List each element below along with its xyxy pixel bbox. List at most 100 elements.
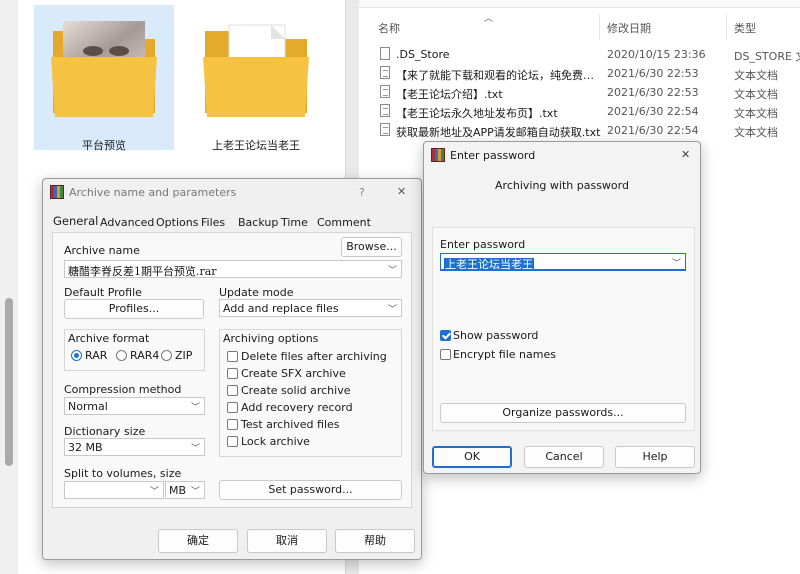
- tab-backup[interactable]: Backup: [238, 216, 278, 229]
- help-button[interactable]: 帮助: [335, 529, 415, 553]
- set-password-button[interactable]: Set password...: [219, 480, 402, 500]
- option-label[interactable]: Create SFX archive: [241, 367, 346, 380]
- encrypt-file-names-label[interactable]: Encrypt file names: [453, 348, 556, 361]
- compression-method-select[interactable]: Normal ﹀: [64, 397, 205, 415]
- help-button[interactable]: Help: [615, 446, 695, 468]
- cancel-button[interactable]: Cancel: [524, 446, 604, 468]
- radio-rar[interactable]: [71, 350, 82, 361]
- dictionary-size-value: 32 MB: [68, 441, 103, 454]
- dialog-titlebar[interactable]: Enter password ✕: [424, 142, 700, 170]
- file-name: .DS_Store: [396, 48, 450, 61]
- option-label[interactable]: Add recovery record: [241, 401, 353, 414]
- option-label[interactable]: Lock archive: [241, 435, 310, 448]
- text-document-icon: [380, 104, 390, 117]
- help-icon[interactable]: ?: [359, 186, 365, 199]
- file-modified: 2020/10/15 23:36: [607, 48, 706, 61]
- chevron-down-icon[interactable]: ﹀: [150, 484, 159, 497]
- dictionary-size-select[interactable]: 32 MB ﹀: [64, 438, 205, 456]
- option-label[interactable]: Test archived files: [241, 418, 340, 431]
- organize-passwords-button[interactable]: Organize passwords...: [440, 403, 686, 423]
- tab-comment[interactable]: Comment: [317, 216, 371, 229]
- column-header-modified[interactable]: 修改日期: [607, 20, 651, 36]
- vertical-scrollbar[interactable]: [0, 0, 18, 574]
- dialog-title: Enter password: [450, 149, 536, 162]
- dialog-titlebar[interactable]: Archive name and parameters ? ✕: [43, 179, 421, 207]
- archiving-options-label: Archiving options: [223, 332, 319, 345]
- column-header-name[interactable]: 名称: [378, 20, 400, 36]
- checkbox-test-files[interactable]: [227, 419, 238, 430]
- toolbar-strip: [359, 0, 800, 8]
- enter-password-label: Enter password: [440, 238, 526, 251]
- checkbox-recovery-record[interactable]: [227, 402, 238, 413]
- ok-button[interactable]: OK: [432, 446, 512, 468]
- password-input[interactable]: 上老王论坛当老王 ﹀: [440, 253, 686, 271]
- chevron-down-icon[interactable]: ﹀: [388, 302, 397, 315]
- file-name: 【来了就能下载和观看的论坛，纯免费！…: [396, 69, 601, 82]
- tab-files[interactable]: Files: [201, 216, 225, 229]
- text-document-icon: [380, 123, 390, 136]
- file-row[interactable]: .DS_Store 2020/10/15 23:36 DS_STORE 文: [359, 46, 800, 64]
- file-row[interactable]: 获取最新地址及APP请发邮箱自动获取.txt 2021/6/30 22:54 文…: [359, 122, 800, 140]
- checkbox-lock-archive[interactable]: [227, 436, 238, 447]
- radio-rar4[interactable]: [116, 350, 127, 361]
- encrypt-file-names-checkbox[interactable]: [440, 349, 451, 360]
- dictionary-size-label: Dictionary size: [64, 425, 146, 438]
- folder-with-photo-icon: [51, 21, 157, 117]
- profiles-button[interactable]: Profiles...: [64, 299, 204, 319]
- checkbox-delete-after[interactable]: [227, 351, 238, 362]
- radio-rar-label[interactable]: RAR: [85, 349, 107, 362]
- folder-label: 平台预览: [82, 139, 126, 152]
- radio-zip-label[interactable]: ZIP: [175, 349, 192, 362]
- split-volumes-input[interactable]: ﹀: [64, 481, 164, 499]
- show-password-label[interactable]: Show password: [453, 329, 538, 342]
- archive-parameters-dialog: Archive name and parameters ? ✕ General …: [42, 178, 422, 560]
- file-modified: 2021/6/30 22:53: [607, 86, 699, 99]
- file-row[interactable]: 【来了就能下载和观看的论坛，纯免费！… 2021/6/30 22:53 文本文档: [359, 65, 800, 83]
- file-name: 【老王论坛永久地址发布页】.txt: [396, 107, 558, 120]
- file-name: 获取最新地址及APP请发邮箱自动获取.txt: [396, 126, 601, 139]
- tab-options[interactable]: Options: [156, 216, 198, 229]
- folder-tile-platform-preview[interactable]: 平台预览: [34, 5, 174, 152]
- update-mode-label: Update mode: [219, 286, 294, 299]
- cancel-button[interactable]: 取消: [247, 529, 327, 553]
- update-mode-value: Add and replace files: [223, 302, 339, 315]
- file-row[interactable]: 【老王论坛永久地址发布页】.txt 2021/6/30 22:54 文本文档: [359, 103, 800, 121]
- tab-time[interactable]: Time: [281, 216, 308, 229]
- folder-label: 上老王论坛当老王: [212, 139, 300, 152]
- tab-general[interactable]: General: [53, 214, 98, 228]
- close-icon[interactable]: ✕: [681, 148, 690, 161]
- scrollbar-thumb[interactable]: [5, 298, 13, 466]
- text-document-icon: [380, 66, 390, 79]
- password-value: 上老王论坛当老王: [444, 258, 534, 271]
- split-unit-select[interactable]: MB ﹀: [165, 481, 205, 499]
- column-separator[interactable]: [599, 14, 600, 40]
- chevron-down-icon[interactable]: ﹀: [672, 256, 681, 269]
- archive-name-field[interactable]: 糖醋李脊反差1期平台预览.rar ﹀: [64, 260, 402, 278]
- checkbox-solid-archive[interactable]: [227, 385, 238, 396]
- chevron-down-icon[interactable]: ﹀: [191, 441, 200, 454]
- file-type: 文本文档: [734, 126, 778, 139]
- file-type: DS_STORE 文: [734, 50, 800, 63]
- update-mode-select[interactable]: Add and replace files ﹀: [219, 299, 402, 317]
- checkbox-create-sfx[interactable]: [227, 368, 238, 379]
- show-password-checkbox[interactable]: [440, 330, 451, 341]
- column-header-type[interactable]: 类型: [734, 20, 756, 36]
- file-row[interactable]: 【老王论坛介绍】.txt 2021/6/30 22:53 文本文档: [359, 84, 800, 102]
- file-name: 【老王论坛介绍】.txt: [396, 88, 503, 101]
- compression-method-value: Normal: [68, 400, 108, 413]
- radio-rar4-label[interactable]: RAR4: [130, 349, 159, 362]
- option-label[interactable]: Create solid archive: [241, 384, 350, 397]
- column-separator[interactable]: [726, 14, 727, 40]
- ok-button[interactable]: 确定: [158, 529, 238, 553]
- option-label[interactable]: Delete files after archiving: [241, 350, 387, 363]
- file-modified: 2021/6/30 22:53: [607, 67, 699, 80]
- chevron-down-icon[interactable]: ﹀: [388, 263, 397, 276]
- file-modified: 2021/6/30 22:54: [607, 124, 699, 137]
- browse-button[interactable]: Browse...: [341, 237, 402, 257]
- tab-advanced[interactable]: Advanced: [100, 216, 154, 229]
- close-icon[interactable]: ✕: [397, 185, 406, 198]
- folder-tile-laowang[interactable]: 上老王论坛当老王: [186, 5, 326, 152]
- radio-zip[interactable]: [161, 350, 172, 361]
- chevron-down-icon[interactable]: ﹀: [191, 484, 200, 497]
- chevron-down-icon[interactable]: ﹀: [191, 400, 200, 413]
